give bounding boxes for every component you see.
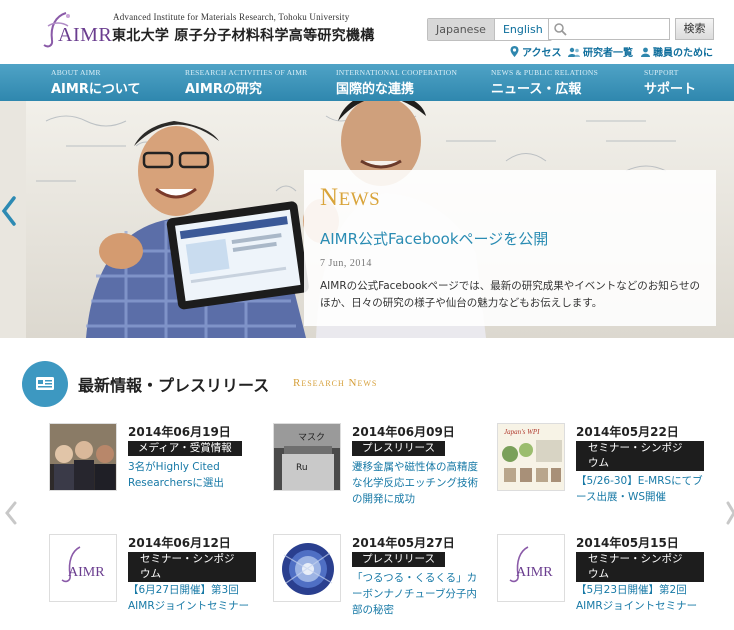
news-item[interactable]: 2014年05月27日 プレスリリース 「つるつる・くるくる」カーボンナノチュー… — [273, 534, 488, 630]
user-icon — [641, 47, 650, 57]
news-category-badge: セミナー・シンポジウム — [576, 441, 704, 471]
aimr-logo-thumb: AIMR — [50, 535, 116, 601]
news-link[interactable]: 遷移金属や磁性体の高精度な化学反応エッチング技術の開発に成功 — [352, 459, 484, 507]
search-button[interactable]: 検索 — [675, 18, 714, 40]
hero-slider: NEWS AIMR公式Facebookページを公開 7 Jun, 2014 AI… — [0, 101, 734, 338]
news-category-badge: プレスリリース — [352, 441, 445, 456]
news-thumbnail[interactable] — [49, 423, 117, 491]
institute-name-jp: 東北大学 原子分子材料科学高等研究機構 — [112, 28, 375, 44]
news-section-icon — [22, 361, 68, 407]
nav-item-about[interactable]: About AIMR AIMRについて — [51, 68, 140, 97]
thumb-logo-text: AIMR — [516, 565, 553, 580]
site-header: AIMR Advanced Institute for Materials Re… — [0, 0, 734, 64]
hero-news-body: AIMRの公式Facebookページでは、最新の研究成果やイベントなどのお知らせ… — [320, 280, 701, 309]
news-item[interactable]: 2014年06月19日 メディア・受賞情報 3名がHighly Cited Re… — [49, 423, 264, 523]
util-link-access[interactable]: アクセス — [510, 44, 562, 59]
news-date: 2014年05月27日 — [352, 536, 455, 550]
news-item[interactable]: AIMR 2014年05月15日 セミナー・シンポジウム 【5月23日開催】第2… — [497, 534, 712, 630]
news-date: 2014年05月22日 — [576, 425, 679, 439]
nav-item-label-jp: ニュース・広報 — [491, 82, 582, 97]
nanotube-image — [274, 535, 340, 601]
hero-news-card[interactable]: NEWS AIMR公式Facebookページを公開 7 Jun, 2014 AI… — [304, 170, 716, 326]
search-input[interactable] — [548, 18, 670, 40]
news-category-badge: セミナー・シンポジウム — [576, 552, 704, 582]
etching-sem-image: マスク Ru — [274, 424, 340, 490]
wpi-poster-image: Japan's WPI — [498, 424, 564, 490]
nav-item-international[interactable]: International Cooperation 国際的な連携 — [336, 68, 457, 97]
aimr-logo-thumb: AIMR — [498, 535, 564, 601]
nav-item-label-en: International Cooperation — [336, 68, 458, 77]
news-section-title: 最新情報・プレスリリース — [78, 376, 270, 395]
nav-item-news[interactable]: News & Public Relations ニュース・広報 — [491, 68, 598, 97]
hero-news-title[interactable]: AIMR公式Facebookページを公開 — [320, 228, 548, 249]
news-section-subtitle: Research News — [293, 377, 378, 389]
util-link-label: アクセス — [522, 48, 562, 59]
nav-item-research[interactable]: Research Activities of AIMR AIMRの研究 — [185, 68, 308, 97]
institute-name-en: Advanced Institute for Materials Researc… — [113, 12, 350, 22]
util-link-staff[interactable]: 職員のために — [641, 44, 713, 59]
news-thumbnail[interactable]: マスク Ru — [273, 423, 341, 491]
main-navigation: About AIMR AIMRについて Research Activities … — [0, 64, 734, 101]
nav-item-label-en: Research Activities of AIMR — [185, 68, 308, 77]
newspaper-icon — [36, 377, 54, 390]
news-date: 2014年05月15日 — [576, 536, 679, 550]
nav-item-support[interactable]: Support サポート — [644, 68, 696, 97]
news-date: 2014年06月19日 — [128, 425, 231, 439]
news-next-arrow-icon[interactable] — [726, 500, 734, 526]
news-link[interactable]: 「つるつる・くるくる」カーボンナノチューブ分子内部の秘密 — [352, 570, 484, 618]
news-category-badge: メディア・受賞情報 — [128, 441, 242, 456]
nav-item-label-jp: AIMRについて — [51, 82, 141, 97]
news-link[interactable]: 3名がHighly Cited Researchersに選出 — [128, 459, 260, 491]
news-thumbnail[interactable] — [273, 534, 341, 602]
news-item[interactable]: Japan's WPI 2014年05月22日 セミナー・シンポジウム 【5/2… — [497, 423, 712, 523]
thumb-poster-title: Japan's WPI — [504, 428, 540, 436]
news-date: 2014年06月09日 — [352, 425, 455, 439]
news-thumbnail[interactable]: AIMR — [497, 534, 565, 602]
thumb-mask-label: マスク — [298, 432, 325, 443]
util-link-researchers[interactable]: 研究者一覧 — [568, 44, 633, 59]
logo-text: AIMR — [58, 24, 113, 46]
search-icon — [554, 23, 567, 36]
nav-item-label-jp: 国際的な連携 — [336, 82, 415, 97]
thumb-logo-text: AIMR — [68, 565, 105, 580]
nav-item-label-en: Support — [644, 68, 679, 77]
people-icon — [568, 47, 580, 57]
news-link[interactable]: 【5月23日開催】第2回AIMRジョイントセミナー — [576, 582, 708, 614]
lang-english-button[interactable]: English — [493, 19, 551, 40]
news-prev-arrow-icon[interactable] — [4, 500, 18, 526]
news-item[interactable]: AIMR 2014年06月12日 セミナー・シンポジウム 【6月27日開催】第3… — [49, 534, 264, 630]
aimr-logo[interactable]: AIMR — [38, 10, 112, 50]
hero-news-date: 7 Jun, 2014 — [320, 258, 372, 269]
news-link[interactable]: 【5/26-30】E-MRSにてブース出展・WS開催 — [576, 473, 708, 505]
hero-news-label-initial: N — [320, 184, 339, 211]
thumb-ru-label: Ru — [296, 463, 308, 473]
news-link[interactable]: 【6月27日開催】第3回AIMRジョイントセミナー — [128, 582, 260, 614]
map-pin-icon — [510, 46, 519, 57]
hero-prev-arrow-icon[interactable] — [0, 194, 20, 228]
hero-news-label-rest: EWS — [338, 189, 381, 210]
nav-item-label-jp: サポート — [644, 82, 697, 97]
nav-item-label-en: About AIMR — [51, 68, 101, 77]
news-date: 2014年06月12日 — [128, 536, 231, 550]
nav-item-label-jp: AIMRの研究 — [185, 82, 262, 97]
researchers-photo — [50, 424, 116, 490]
lang-japanese-button[interactable]: Japanese — [428, 19, 494, 40]
hero-news-label: NEWS — [320, 184, 380, 212]
language-switcher: Japanese English — [427, 18, 552, 41]
nav-item-label-en: News & Public Relations — [491, 68, 599, 77]
news-thumbnail[interactable]: AIMR — [49, 534, 117, 602]
news-item[interactable]: マスク Ru 2014年06月09日 プレスリリース 遷移金属や磁性体の高精度な… — [273, 423, 488, 523]
util-link-label: 研究者一覧 — [583, 48, 633, 59]
util-link-label: 職員のために — [653, 48, 713, 59]
news-category-badge: プレスリリース — [352, 552, 445, 567]
news-thumbnail[interactable]: Japan's WPI — [497, 423, 565, 491]
news-category-badge: セミナー・シンポジウム — [128, 552, 256, 582]
